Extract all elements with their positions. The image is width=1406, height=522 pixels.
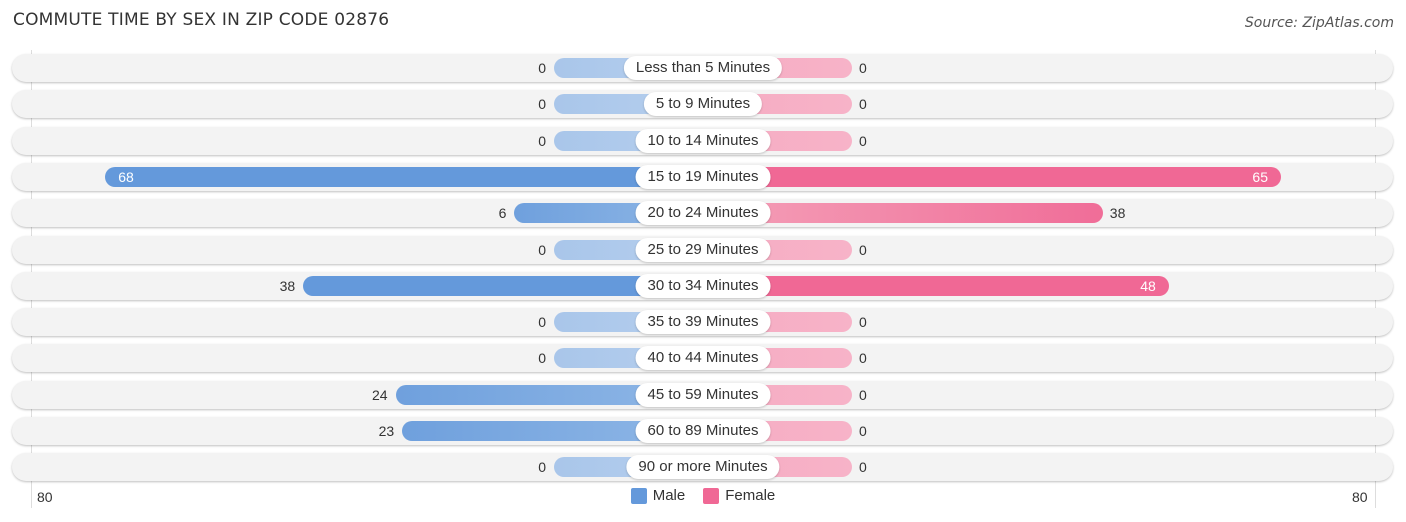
category-label: 35 to 39 Minutes [635,310,771,335]
value-label-female: 0 [859,96,867,113]
legend-label-male: Male [652,487,686,504]
bar-female[interactable] [703,275,1169,296]
category-label: 20 to 24 Minutes [635,201,771,226]
value-label-female: 0 [859,386,867,403]
category-label: Less than 5 Minutes [623,56,783,80]
value-label-female: 48 [1140,277,1156,294]
value-label-female: 38 [1109,205,1126,222]
bar-female[interactable] [703,166,1281,187]
value-label-female: 0 [859,459,867,476]
category-label: 40 to 44 Minutes [635,346,771,371]
category-label: 15 to 19 Minutes [635,164,771,189]
category-label: 30 to 34 Minutes [635,273,771,298]
legend-label-female: Female [725,487,776,504]
value-label-female: 0 [859,241,867,258]
value-label-female: 0 [859,60,867,76]
legend-item-male[interactable]: Male [630,487,686,504]
value-label-male: 38 [279,277,296,294]
category-label: 10 to 14 Minutes [635,128,771,153]
category-label: 5 to 9 Minutes [643,92,763,117]
value-label-male: 0 [538,314,546,331]
value-label-male: 0 [538,60,546,76]
legend: Male Female [0,487,1406,504]
category-label: 60 to 89 Minutes [635,419,771,443]
value-label-male: 0 [538,459,546,476]
value-label-female: 0 [859,423,867,439]
value-label-male: 0 [538,350,546,367]
legend-swatch-female [703,487,720,504]
legend-item-female[interactable]: Female [703,487,775,504]
value-label-female: 0 [859,314,867,331]
category-label: 45 to 59 Minutes [635,382,771,407]
chart-area: 0 0 Less than 5 Minutes 0 0 5 to 9 Minutes 0 0 1… [0,0,1406,522]
value-label-male: 23 [378,423,395,439]
value-label-female: 0 [859,132,867,149]
category-label: 90 or more Minutes [626,455,780,480]
value-label-male: 0 [538,241,546,258]
legend-swatch-male [630,487,647,504]
value-label-male: 0 [538,96,546,113]
value-label-female: 0 [859,350,867,367]
bar-male[interactable] [105,166,703,187]
value-label-female: 65 [1252,168,1268,185]
value-label-male: 6 [498,205,507,222]
category-label: 25 to 29 Minutes [635,237,771,262]
value-label-male: 24 [372,386,388,403]
value-label-male: 0 [538,132,546,149]
value-label-male: 68 [118,168,134,185]
